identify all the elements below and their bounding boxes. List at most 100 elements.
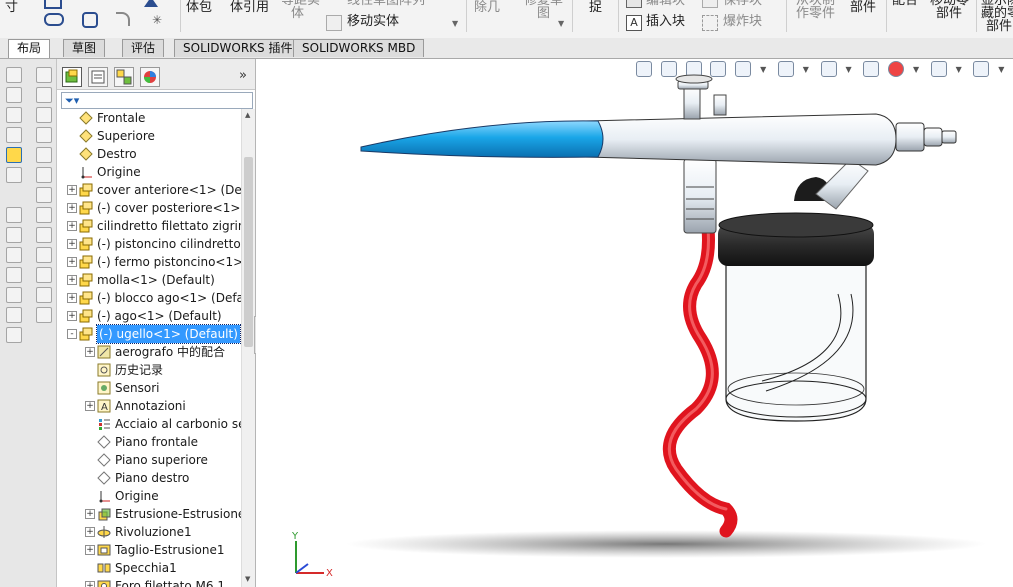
sketch-tools-icons[interactable]: ✳	[44, 0, 174, 31]
fillet-sketch-icon[interactable]	[6, 247, 22, 263]
ribbon-command-label[interactable]: 体包	[186, 1, 212, 15]
ribbon-command-label[interactable]: 体引用	[230, 1, 269, 15]
ribbon-command-label[interactable]: 保存块	[723, 0, 762, 8]
tree-item[interactable]: Piano destro	[57, 469, 241, 487]
tree-item[interactable]: + (-) pistoncino cilindretto<1>	[57, 235, 241, 253]
ribbon-command-label[interactable]: 部件	[986, 20, 1012, 34]
explode-block-icon[interactable]	[702, 15, 718, 31]
scroll-down-icon[interactable]: ▼	[245, 575, 250, 583]
tree-item[interactable]: - (-) ugello<1> (Default)	[57, 324, 241, 344]
ribbon-command-label[interactable]: 除几	[474, 1, 500, 15]
expand-icon[interactable]: +	[67, 293, 77, 303]
expand-icon[interactable]: +	[67, 275, 77, 285]
tab-2[interactable]: 评估	[122, 39, 165, 57]
spline-icon[interactable]	[6, 107, 22, 123]
ribbon-command-label[interactable]: 配合	[892, 0, 918, 8]
edit-block-icon[interactable]	[626, 0, 642, 8]
tree-item[interactable]: + aerografo 中的配合	[57, 343, 241, 361]
expand-icon[interactable]: +	[67, 185, 77, 195]
scrollbar-thumb[interactable]	[244, 157, 253, 347]
tab-4[interactable]: SOLIDWORKS MBD	[293, 39, 425, 57]
expand-icon[interactable]: +	[67, 239, 77, 249]
expand-icon[interactable]: +	[85, 347, 95, 357]
feature-tree-tab[interactable]	[62, 67, 82, 87]
expand-icon[interactable]: +	[67, 221, 77, 231]
expand-icon[interactable]: +	[85, 401, 95, 411]
point-icon[interactable]: ✳	[152, 13, 162, 27]
expand-tabs-icon[interactable]: »	[239, 68, 247, 83]
ribbon-command-label[interactable]: 插入块	[646, 15, 685, 29]
tree-item[interactable]: + Foro filettato M6 1	[57, 577, 241, 587]
ribbon-command-label[interactable]: 移动实体	[347, 15, 399, 29]
arc-icon[interactable]	[6, 307, 22, 323]
ribbon-command-label[interactable]: 爆炸块	[723, 15, 762, 29]
tree-scrollbar[interactable]: ▲ ▼	[241, 109, 255, 587]
tree-item[interactable]: 历史记录	[57, 361, 241, 379]
tree-item[interactable]: Piano superiore	[57, 451, 241, 469]
tree-item[interactable]: Specchia1	[57, 559, 241, 577]
tab-0[interactable]: 布局	[8, 39, 51, 58]
insert-block-icon[interactable]: A	[626, 15, 642, 31]
display-manager-tab[interactable]	[140, 67, 160, 87]
tree-item[interactable]: + Rivoluzione1	[57, 523, 241, 541]
expand-icon[interactable]: +	[85, 509, 95, 519]
paint-jar[interactable]	[718, 158, 874, 422]
ribbon-command-label[interactable]: 捉	[589, 1, 602, 15]
tree-item[interactable]: Piano frontale	[57, 433, 241, 451]
expand-icon[interactable]: +	[85, 527, 95, 537]
tree-item[interactable]: Destro	[57, 145, 241, 163]
stretch-icon[interactable]	[36, 287, 52, 303]
tree-item[interactable]: + molla<1> (Default)	[57, 271, 241, 289]
tab-3[interactable]: SOLIDWORKS 插件	[174, 39, 302, 57]
move-sketch-icon[interactable]	[326, 15, 342, 31]
filter-icon[interactable]: ⏷▾	[65, 94, 79, 108]
ribbon-command-label[interactable]: 作零件	[796, 7, 835, 21]
tree-item[interactable]: Acciaio al carbonio semplice	[57, 415, 241, 433]
slot-sketch-icon[interactable]	[36, 67, 52, 83]
ribbon-command-label[interactable]: 寸	[5, 1, 18, 15]
dropdown-arrow-icon[interactable]: ▼	[452, 19, 458, 28]
text-icon[interactable]	[36, 127, 52, 143]
fillet-icon[interactable]	[116, 12, 130, 26]
expand-icon[interactable]: +	[85, 545, 95, 555]
airbrush-model[interactable]: Y X	[256, 59, 1013, 587]
convert-entities-icon[interactable]	[6, 127, 22, 143]
polygon-icon[interactable]	[82, 12, 98, 28]
tree-item[interactable]: + (-) cover posteriore<1> (Default)	[57, 199, 241, 217]
tree-filter-bar[interactable]: ⏷▾	[61, 92, 253, 109]
trim-icon[interactable]	[6, 207, 22, 223]
ribbon-command-label[interactable]: 编辑块	[646, 0, 685, 8]
configuration-manager-tab[interactable]	[114, 67, 134, 87]
triangle-icon[interactable]	[144, 0, 158, 7]
ellipse-icon[interactable]	[6, 327, 22, 343]
mirror-icon[interactable]	[6, 167, 22, 183]
pattern-icon[interactable]	[36, 187, 52, 203]
scroll-up-icon[interactable]: ▲	[245, 111, 250, 119]
air-valve-connector[interactable]	[683, 158, 717, 234]
ribbon-command-label[interactable]: 图	[537, 7, 550, 21]
offset-icon[interactable]	[6, 147, 22, 163]
line-icon[interactable]	[6, 87, 22, 103]
property-manager-tab[interactable]	[88, 67, 108, 87]
point-sketch-icon[interactable]	[36, 147, 52, 163]
tree-item[interactable]: + (-) ago<1> (Default)	[57, 307, 241, 325]
ribbon-command-label[interactable]: 体	[291, 7, 304, 21]
centerline-icon[interactable]	[36, 167, 52, 183]
smart-dimension-icon[interactable]	[6, 67, 22, 83]
tree-item[interactable]: + Taglio-Estrusione1	[57, 541, 241, 559]
copy-icon[interactable]	[36, 267, 52, 283]
tree-item[interactable]: Sensori	[57, 379, 241, 397]
circle-icon[interactable]	[6, 287, 22, 303]
chamfer-sketch-icon[interactable]	[6, 267, 22, 283]
tree-item[interactable]: Origine	[57, 487, 241, 505]
tree-item[interactable]: Frontale	[57, 109, 241, 127]
tree-item[interactable]: + cover anteriore<1> (Default)	[57, 181, 241, 199]
rectangle-icon[interactable]	[44, 0, 62, 9]
tree-item[interactable]: + cilindretto filettato zigrinato<1>	[57, 217, 241, 235]
tree-item[interactable]: Origine	[57, 163, 241, 181]
relation-icon[interactable]	[36, 307, 52, 323]
expand-icon[interactable]: +	[67, 311, 77, 321]
collapse-icon[interactable]: -	[67, 329, 77, 339]
polygon-sketch-icon[interactable]	[36, 87, 52, 103]
airbrush-body[interactable]	[360, 74, 957, 166]
